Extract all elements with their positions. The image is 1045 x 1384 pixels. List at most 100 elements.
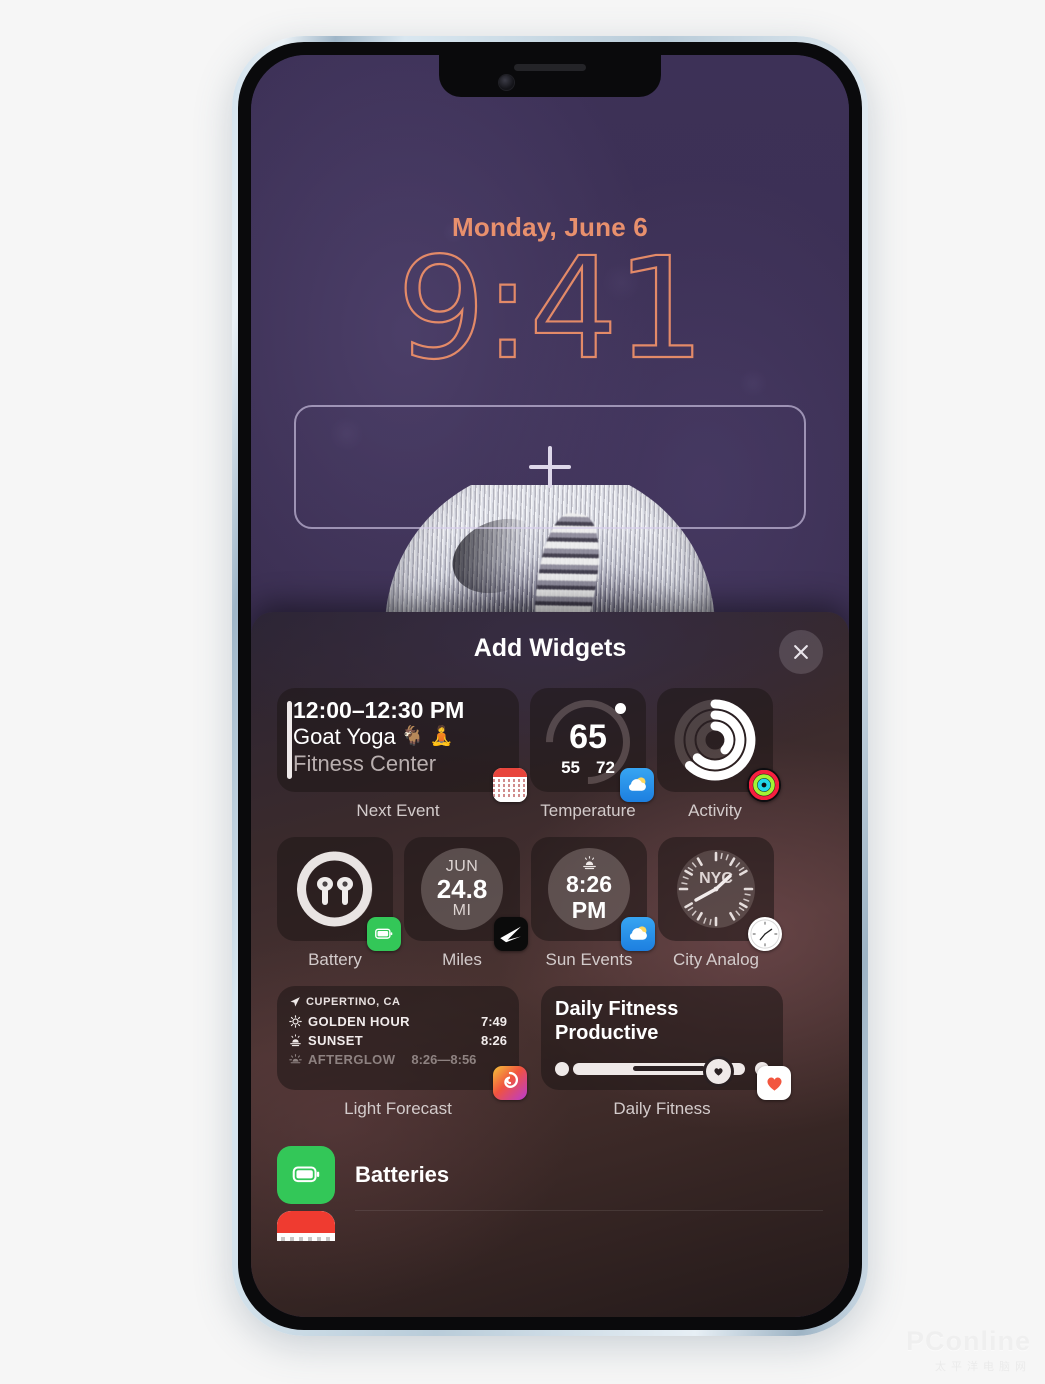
widget-cell-activity[interactable]: Activity — [657, 688, 781, 821]
clock-app-icon — [748, 917, 782, 951]
miles-value: 24.8 — [436, 873, 488, 904]
slider-knob[interactable] — [703, 1056, 734, 1088]
next-event-location: Fitness Center — [293, 750, 437, 776]
lock-screen-clock: 9:41 — [396, 228, 707, 391]
light-forecast-label: AFTERGLOW — [308, 1052, 396, 1067]
batteries-app-icon — [367, 917, 401, 951]
list-item-label: Batteries — [355, 1162, 450, 1187]
widget-cell-miles[interactable]: JUN 24.8 MI Miles — [404, 837, 528, 970]
widget-label: Light Forecast — [344, 1099, 452, 1118]
light-forecast-value: 8:26 — [480, 1033, 507, 1048]
widget-cell-light-forecast[interactable]: CUPERTINO, CA GOLDEN HOUR 7:49 SUNSET 8:… — [277, 986, 527, 1119]
widget-label: Next Event — [356, 801, 440, 820]
daily-fitness-widget-preview[interactable]: Daily Fitness Productive — [541, 986, 791, 1100]
battery-icon — [292, 1166, 320, 1183]
analog-clock-icon: NYC — [677, 850, 755, 928]
activity-rings-icon — [674, 699, 756, 781]
light-forecast-label: SUNSET — [308, 1033, 364, 1048]
watermark-title: PConline — [905, 1326, 1031, 1356]
calendar-app-icon — [277, 1211, 335, 1241]
light-forecast-row-golden-hour: GOLDEN HOUR 7:49 — [289, 1014, 507, 1029]
batteries-app-icon — [277, 1146, 335, 1204]
event-accent-bar — [287, 701, 292, 779]
widget-label: City Analog — [673, 950, 759, 969]
phone-frame: Monday, June 6 9:41 Add Widgets 12:00–12… — [232, 36, 868, 1336]
widget-row: 12:00–12:30 PM Goat Yoga 🐐 🧘 Fitness Cen… — [277, 682, 823, 821]
list-item-calendar[interactable] — [277, 1211, 823, 1241]
widget-app-list: Batteries — [251, 1139, 849, 1241]
light-forecast-label: GOLDEN HOUR — [308, 1014, 410, 1029]
next-event-title: Goat Yoga 🐐 🧘 — [293, 724, 509, 750]
add-widgets-sheet: Add Widgets 12:00–12:30 PM Goat Yoga 🐐 🧘… — [251, 612, 849, 1317]
widget-row: CUPERTINO, CA GOLDEN HOUR 7:49 SUNSET 8:… — [277, 986, 823, 1119]
widget-cell-battery[interactable]: Battery — [277, 837, 401, 970]
health-app-icon — [757, 1066, 791, 1100]
widget-label: Miles — [442, 950, 482, 969]
fitness-app-icon — [747, 768, 781, 802]
temperature-value: 65 — [569, 718, 607, 756]
widget-cell-daily-fitness[interactable]: Daily Fitness Productive Daily Fitness — [541, 986, 791, 1119]
earpiece-speaker-icon — [514, 64, 586, 71]
close-button[interactable] — [779, 630, 823, 674]
next-event-widget-preview[interactable]: 12:00–12:30 PM Goat Yoga 🐐 🧘 Fitness Cen… — [277, 688, 527, 802]
watermark-subtitle: 太平洋电脑网 — [935, 1361, 1031, 1373]
sun-events-widget-preview[interactable]: 8:26 PM — [531, 837, 655, 951]
airpods-battery-ring-icon — [297, 851, 373, 927]
front-camera-icon — [499, 75, 514, 90]
widget-label: Daily Fitness — [613, 1099, 711, 1118]
widget-cell-next-event[interactable]: 12:00–12:30 PM Goat Yoga 🐐 🧘 Fitness Cen… — [277, 688, 527, 821]
temperature-gauge: 65 55 72 — [528, 682, 648, 802]
sun-events-time: 8:26 — [565, 871, 613, 898]
city-analog-widget-preview[interactable]: NYC — [658, 837, 782, 951]
location-arrow-icon — [290, 997, 300, 1007]
widget-label: Temperature — [540, 801, 636, 820]
miles-unit: MI — [452, 902, 472, 920]
light-forecast-value: 7:49 — [480, 1014, 507, 1029]
sun-events-circle-face: 8:26 PM — [548, 848, 630, 930]
weather-app-icon — [621, 917, 655, 951]
phone-bezel: Monday, June 6 9:41 Add Widgets 12:00–12… — [238, 42, 862, 1330]
heart-icon — [714, 1068, 723, 1076]
widget-cell-city-analog[interactable]: NYC City Analog — [658, 837, 782, 970]
temperature-low: 55 — [561, 758, 580, 777]
sheet-header: Add Widgets — [251, 612, 849, 688]
widget-label: Battery — [308, 950, 362, 969]
calendar-app-icon — [493, 768, 527, 802]
sunset-icon — [290, 1034, 301, 1047]
temperature-widget-preview[interactable]: 65 55 72 — [528, 682, 654, 802]
phone-screen: Monday, June 6 9:41 Add Widgets 12:00–12… — [251, 55, 849, 1317]
close-icon — [794, 645, 808, 659]
watermark: PConline 太平洋电脑网 — [906, 1328, 1031, 1374]
sunset-icon — [582, 856, 596, 870]
daily-fitness-slider[interactable] — [555, 1056, 769, 1088]
temperature-marker-dot — [615, 703, 626, 714]
light-forecast-row-afterglow: AFTERGLOW 8:26—8:56 — [289, 1052, 507, 1067]
golden-hour-icon — [289, 1015, 302, 1028]
battery-widget-preview[interactable] — [277, 837, 401, 951]
weather-app-icon — [620, 768, 654, 802]
light-forecast-location: CUPERTINO, CA — [306, 996, 401, 1008]
light-forecast-widget-preview[interactable]: CUPERTINO, CA GOLDEN HOUR 7:49 SUNSET 8:… — [277, 986, 527, 1100]
sheet-title: Add Widgets — [473, 634, 627, 662]
next-event-title-text: Goat Yoga — [293, 724, 396, 750]
widget-row: Battery JUN 24.8 MI Miles 8:26 PM Sun Ev… — [277, 837, 823, 970]
light-forecast-value: 8:26—8:56 — [411, 1052, 477, 1067]
widget-cell-sun-events[interactable]: 8:26 PM Sun Events — [531, 837, 655, 970]
temperature-high: 72 — [596, 758, 615, 777]
daily-fitness-title: Daily Fitness — [555, 998, 679, 1020]
miles-month: JUN — [445, 857, 479, 875]
notch — [439, 55, 661, 97]
lock-screen-widget-slot[interactable] — [294, 405, 806, 529]
widget-grid: 12:00–12:30 PM Goat Yoga 🐐 🧘 Fitness Cen… — [251, 682, 849, 1119]
activity-widget-preview[interactable] — [657, 688, 781, 802]
slider-inner-line — [633, 1066, 705, 1072]
nike-run-club-app-icon — [494, 917, 528, 951]
miles-widget-preview[interactable]: JUN 24.8 MI — [404, 837, 528, 951]
daily-fitness-subtitle: Productive — [555, 1021, 659, 1044]
widget-label: Activity — [688, 801, 742, 820]
light-forecast-app-icon — [493, 1066, 527, 1100]
widget-cell-temperature[interactable]: 65 55 72 Temperature — [528, 682, 654, 821]
widget-label: Sun Events — [545, 950, 633, 969]
list-item-batteries[interactable]: Batteries — [277, 1139, 823, 1211]
plus-icon — [529, 446, 571, 488]
